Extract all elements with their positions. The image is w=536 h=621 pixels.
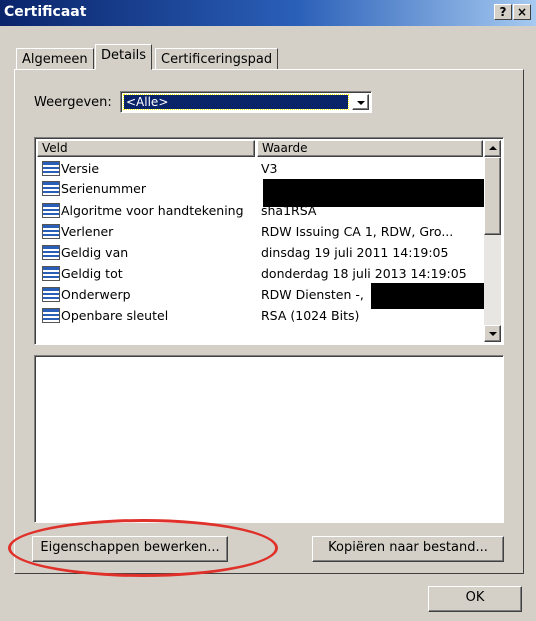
field-list[interactable]: Veld Waarde Versie V3 Serienummer Algori… [34, 137, 504, 345]
field-value: V3 [261, 161, 278, 176]
list-item[interactable]: Verlener RDW Issuing CA 1, RDW, Gro... [37, 222, 483, 242]
list-item[interactable]: Versie V3 [37, 159, 483, 179]
tab-certificeringspad[interactable]: Certificeringspad [155, 48, 279, 69]
list-item[interactable]: Geldig tot donderdag 18 juli 2013 14:19:… [37, 264, 483, 284]
field-name: Onderwerp [61, 287, 131, 302]
field-icon [42, 161, 60, 176]
help-button[interactable]: ? [494, 4, 512, 20]
field-value: sha1RSA [261, 203, 317, 218]
title-bar: Certificaat ? × [0, 0, 536, 26]
list-item[interactable]: Onderwerp RDW Diensten -, [37, 283, 485, 309]
scroll-thumb[interactable] [484, 157, 501, 235]
field-icon [42, 203, 60, 218]
tab-algemeen[interactable]: Algemeen [16, 48, 94, 69]
field-icon [42, 224, 60, 239]
field-value: RDW Issuing CA 1, RDW, Gro... [261, 224, 454, 239]
field-value: RSA (1024 Bits) [261, 308, 360, 323]
field-name: Serienummer [61, 181, 146, 196]
field-value: dinsdag 19 juli 2011 14:19:05 [261, 245, 449, 260]
copy-to-file-button[interactable]: Kopiëren naar bestand... [312, 536, 504, 562]
ok-button[interactable]: OK [428, 586, 522, 612]
window-title: Certificaat [4, 4, 87, 20]
tab-details[interactable]: Details [95, 44, 153, 70]
field-icon [42, 181, 60, 196]
chevron-down-icon [489, 332, 497, 336]
field-name: Algoritme voor handtekening [61, 203, 244, 218]
field-name: Verlener [61, 224, 114, 239]
dropdown-button[interactable] [352, 94, 369, 110]
list-item[interactable]: Serienummer [37, 179, 485, 207]
list-item[interactable]: Openbare sleutel RSA (1024 Bits) [37, 306, 483, 326]
column-header-value[interactable]: Waarde [257, 140, 483, 157]
show-select[interactable]: <Alle> [120, 91, 372, 113]
list-item[interactable]: Geldig van dinsdag 19 juli 2011 14:19:05 [37, 243, 483, 263]
field-name: Openbare sleutel [61, 308, 169, 323]
field-icon [42, 266, 60, 281]
column-header-field[interactable]: Veld [37, 140, 255, 157]
close-button[interactable]: × [513, 4, 531, 20]
chevron-up-icon [489, 146, 497, 150]
field-name: Geldig tot [61, 266, 123, 281]
edit-properties-button[interactable]: Eigenschappen bewerken... [32, 536, 228, 562]
vertical-scrollbar[interactable] [484, 140, 501, 342]
field-icon [42, 287, 60, 302]
field-detail-textbox[interactable] [34, 355, 504, 523]
field-value: RDW Diensten -, [261, 287, 364, 302]
scroll-down-button[interactable] [484, 325, 501, 342]
field-icon [42, 308, 60, 323]
show-selected-value: <Alle> [123, 94, 349, 110]
show-label: Weergeven: [34, 95, 112, 110]
list-item[interactable]: Algoritme voor handtekening sha1RSA [37, 201, 483, 221]
field-value: donderdag 18 juli 2013 14:19:05 [261, 266, 467, 281]
field-name: Versie [61, 161, 100, 176]
field-icon [42, 245, 60, 260]
field-name: Geldig van [61, 245, 129, 260]
chevron-down-icon [357, 101, 365, 105]
scroll-up-button[interactable] [484, 140, 501, 157]
